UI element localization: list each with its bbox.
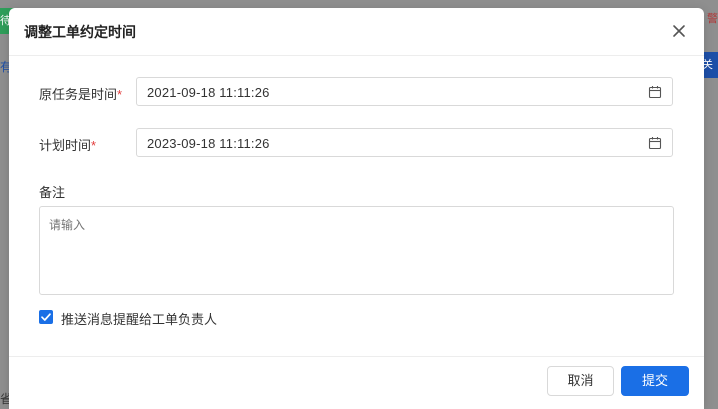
close-button[interactable] <box>668 20 690 42</box>
close-icon <box>673 25 685 37</box>
check-icon <box>41 313 51 321</box>
dialog-header: 调整工单约定时间 <box>9 8 704 56</box>
original-time-value: 2021-09-18 11:11:26 <box>147 85 270 100</box>
original-time-label: 原任务是时间* <box>39 87 123 102</box>
plan-time-value: 2023-09-18 11:11:26 <box>147 136 270 151</box>
calendar-icon <box>648 137 662 150</box>
cancel-button[interactable]: 取消 <box>547 366 614 396</box>
background-warning-fragment: 警 <box>707 13 718 25</box>
dialog-footer: 取消 提交 <box>9 356 704 409</box>
notify-checkbox-label[interactable]: 推送消息提醒给工单负责人 <box>61 309 217 328</box>
calendar-icon <box>648 86 662 99</box>
remark-label: 备注 <box>39 185 66 200</box>
remark-textarea[interactable] <box>39 206 674 295</box>
plan-time-picker[interactable]: 2023-09-18 11:11:26 <box>136 128 673 157</box>
required-mark: * <box>117 87 123 102</box>
original-time-picker[interactable]: 2021-09-18 11:11:26 <box>136 77 673 106</box>
background-button-fragment: 关 <box>702 52 718 78</box>
notify-checkbox[interactable] <box>39 310 53 324</box>
submit-button[interactable]: 提交 <box>621 366 689 396</box>
adjust-time-dialog: 调整工单约定时间 原任务是时间* 2021-09-18 11:11:26 计划时… <box>9 8 704 409</box>
required-mark: * <box>91 138 97 153</box>
plan-time-label: 计划时间* <box>39 138 97 153</box>
dialog-title: 调整工单约定时间 <box>24 24 136 40</box>
